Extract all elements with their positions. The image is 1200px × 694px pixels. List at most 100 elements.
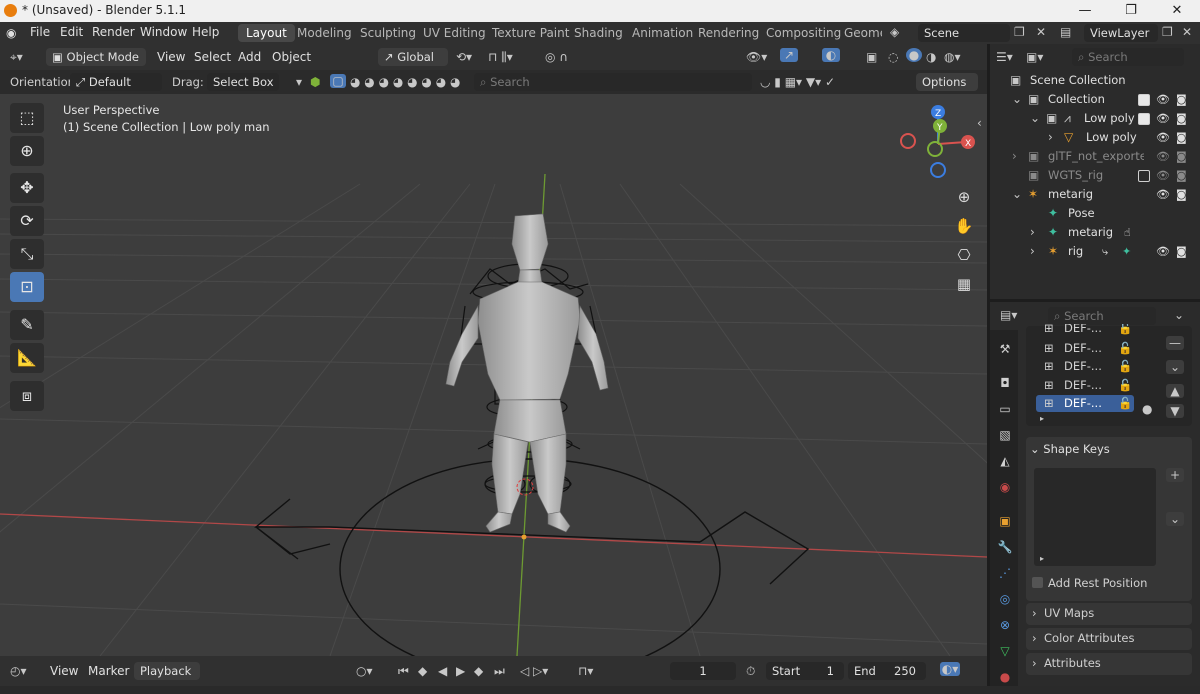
scene-icon[interactable]: ◈ xyxy=(890,25,899,39)
tool-search-input[interactable]: ⌕ Search xyxy=(474,73,752,91)
keying-icon[interactable]: ○▾ xyxy=(356,664,373,678)
rendered-shading-icon[interactable]: ◍▾ xyxy=(944,50,961,64)
delete-view-layer-icon[interactable]: ✕ xyxy=(1182,25,1192,39)
jump-end-icon[interactable]: ⏭ xyxy=(494,664,505,678)
select-new-icon[interactable]: ▢ xyxy=(330,74,346,88)
camera-render-icon[interactable]: ◙ xyxy=(1176,166,1187,185)
move-group-up-button[interactable]: ▲ xyxy=(1166,384,1184,398)
playback-menu[interactable]: Playback xyxy=(134,662,200,680)
proportional-editing-icon[interactable]: ◎ ∩ xyxy=(545,50,568,64)
move-tool-button[interactable]: ✥ xyxy=(10,173,44,203)
gizmo-neg-z-axis[interactable] xyxy=(930,162,946,178)
perspective-toggle-button[interactable]: ▦ xyxy=(950,270,978,298)
solid-shading-icon[interactable]: ● xyxy=(906,48,922,62)
tab-rendering[interactable]: Rendering xyxy=(690,24,767,42)
cursor-tool-button[interactable]: ⊕ xyxy=(10,136,44,166)
lock-icon[interactable]: 🔓 xyxy=(1118,359,1132,373)
drag-selector[interactable]: Select Box xyxy=(207,73,279,91)
eye-icon[interactable]: 👁 xyxy=(1156,90,1170,109)
menu-select[interactable]: Select xyxy=(194,50,231,64)
stopwatch-icon[interactable]: ⏱ xyxy=(746,664,755,678)
timeline-overlay-icon[interactable]: ◐▾ xyxy=(940,662,960,676)
modifier-tab-icon[interactable]: 🔧 xyxy=(996,538,1014,556)
wireframe-shading-icon[interactable]: ◌ xyxy=(888,50,898,64)
3d-viewport[interactable]: Z X Y User Perspective (1) Scene Collect… xyxy=(0,44,987,656)
vertex-group-row-selected[interactable]: ⊞ DEF-... 🔓 xyxy=(1036,395,1134,412)
display-mode-icon[interactable]: ▣▾ xyxy=(1026,50,1043,64)
particles-tab-icon[interactable]: ⋰ xyxy=(996,564,1014,582)
tab-layout[interactable]: Layout xyxy=(238,24,295,42)
close-button[interactable]: ✕ xyxy=(1154,0,1200,22)
gizmo-neg-y-axis[interactable] xyxy=(927,141,943,157)
render-tab-icon[interactable]: ◘ xyxy=(996,374,1014,392)
visibility-icon[interactable]: 👁▾ xyxy=(746,50,767,64)
select-tool-button[interactable]: ⬚ xyxy=(10,103,44,133)
menu-render[interactable]: Render xyxy=(92,25,135,39)
gizmo-toggle-icon[interactable]: ↗ xyxy=(780,48,798,62)
tool-tab-icon[interactable]: ⚒ xyxy=(996,340,1014,358)
minimize-button[interactable]: — xyxy=(1062,0,1108,22)
eye-icon[interactable]: 👁 xyxy=(1156,147,1170,166)
delete-scene-icon[interactable]: ✕ xyxy=(1036,25,1046,39)
outliner-row-low-poly-object[interactable]: › ▽ Low poly 👁 ◙ xyxy=(990,128,1200,147)
properties-search-input[interactable]: ⌕ Search xyxy=(1048,307,1156,325)
add-rest-position-checkbox[interactable] xyxy=(1032,577,1043,588)
lock-icon[interactable]: 🔓 xyxy=(1118,396,1132,410)
menu-add[interactable]: Add xyxy=(238,50,261,64)
view-layer-icon[interactable]: ▤ xyxy=(1060,25,1071,39)
rotate-tool-button[interactable]: ⟳ xyxy=(10,206,44,236)
eye-icon[interactable]: 👁 xyxy=(1156,166,1170,185)
maximize-button[interactable]: ❐ xyxy=(1108,0,1154,22)
end-frame-field[interactable]: End 250 xyxy=(848,662,926,680)
outliner-row-wgts-rig[interactable]: ▣ WGTS_rig 👁 ◙ xyxy=(990,166,1200,185)
uv-maps-panel[interactable]: › UV Maps xyxy=(1026,603,1192,625)
pose-mode-icon[interactable]: ☝ xyxy=(1124,223,1131,242)
scale-tool-button[interactable]: ⤡ xyxy=(10,239,44,269)
pivot-point-icon[interactable]: ⟲▾ xyxy=(456,50,472,64)
outliner-row-gltf[interactable]: › ▣ glTF_not_exporte 👁 ◙ xyxy=(990,147,1200,166)
outliner-search-input[interactable]: ⌕ Search xyxy=(1072,48,1184,66)
lock-icon[interactable]: 🔓 xyxy=(1118,378,1132,392)
view-layer-tab-icon[interactable]: ▧ xyxy=(996,426,1014,444)
tab-texture-paint[interactable]: Texture Paint xyxy=(484,24,577,42)
timeline-editor-icon[interactable]: ◴▾ xyxy=(10,664,27,678)
camera-render-icon[interactable]: ◙ xyxy=(1176,185,1187,204)
move-group-down-button[interactable]: ▼ xyxy=(1166,404,1184,418)
play-icon[interactable]: ▶ xyxy=(456,664,465,678)
color-attributes-panel[interactable]: › Color Attributes xyxy=(1026,628,1192,650)
expand-chevron-down-icon[interactable]: ⌄ xyxy=(1030,111,1040,125)
annotate-tool-button[interactable]: ✎ xyxy=(10,310,44,340)
camera-render-icon[interactable]: ◙ xyxy=(1176,109,1187,128)
expand-chevron-right-icon[interactable]: › xyxy=(1030,244,1035,258)
jump-start-icon[interactable]: ⏮ xyxy=(398,664,409,678)
material-shading-icon[interactable]: ◑ xyxy=(926,50,936,64)
start-frame-field[interactable]: Start 1 xyxy=(766,662,844,680)
expand-chevron-down-icon[interactable]: ⌄ xyxy=(1012,187,1022,201)
constraints-tab-icon[interactable]: ⊗ xyxy=(996,616,1014,634)
pan-button[interactable]: ✋ xyxy=(950,212,978,240)
outliner-row-collection[interactable]: ⌄ ▣ Collection 👁 ◙ xyxy=(990,90,1200,109)
prev-marker-icon[interactable]: ◁ ▷▾ xyxy=(520,664,548,678)
snap-icon[interactable]: ⊓ ⫼▾ xyxy=(488,50,513,64)
vertex-group-row[interactable]: ⊞ DEF-... 🔓 xyxy=(1036,340,1134,357)
xray-icon[interactable]: ▣ xyxy=(866,50,877,64)
outliner-row-scene-collection[interactable]: ▣ Scene Collection xyxy=(990,71,1200,90)
add-shape-key-button[interactable]: + xyxy=(1166,468,1184,482)
new-scene-icon[interactable]: ❐ xyxy=(1014,25,1025,39)
gizmo-neg-x-axis[interactable] xyxy=(900,133,916,149)
outliner-row-metarig-data[interactable]: › ✦ metarig ☝ xyxy=(990,223,1200,242)
editor-type-icon[interactable]: ⌖▾ xyxy=(10,50,23,64)
eye-icon[interactable]: 👁 xyxy=(1156,185,1170,204)
overlay-toggle-icon[interactable]: ◐ xyxy=(822,48,840,62)
tab-shading[interactable]: Shading xyxy=(566,24,631,42)
prev-keyframe-icon[interactable]: ◆ xyxy=(418,664,427,678)
pin-icon[interactable]: ⌄ xyxy=(1174,308,1184,322)
options-button[interactable]: Options xyxy=(916,73,978,91)
camera-view-button[interactable]: ⎔ xyxy=(950,241,978,269)
blender-menu-icon[interactable]: ◉ xyxy=(6,26,16,40)
expand-chevron-right-icon[interactable]: › xyxy=(1048,130,1053,144)
outliner-row-low-poly-collection[interactable]: ⌄ ▣ ⩘ Low poly 👁 ◙ xyxy=(990,109,1200,128)
list-expand-icon[interactable]: ▸ xyxy=(1040,552,1044,566)
eye-icon[interactable]: 👁 xyxy=(1156,109,1170,128)
object-type-icon[interactable]: ⬢ xyxy=(310,75,320,89)
